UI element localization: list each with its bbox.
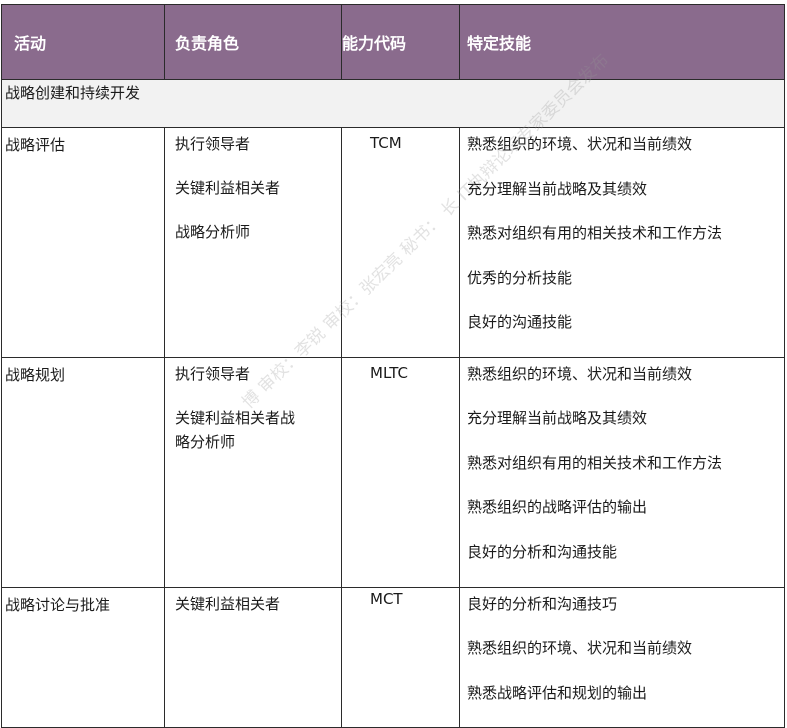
skills-cell: 熟悉组织的环境、状况和当前绩效 充分理解当前战略及其绩效 熟悉对组织有用的相关技… bbox=[459, 356, 785, 588]
table-row: 战略评估 执行领导者 关键利益相关者 战略分析师 TCM 熟悉组织的环境、状况和… bbox=[1, 127, 785, 358]
activity-cell: 战略讨论与批准 bbox=[1, 586, 165, 728]
table-row: 战略讨论与批准 关键利益相关者 MCT 良好的分析和沟通技巧 熟悉组织的环境、状… bbox=[1, 586, 785, 728]
role-item: 略分析师 bbox=[175, 432, 236, 451]
table-header-row: 活动 负责角色 能力代码 特定技能 bbox=[1, 4, 785, 80]
skill-item: 充分理解当前战略及其绩效 bbox=[467, 409, 648, 427]
activity-cell: 战略评估 bbox=[1, 127, 165, 358]
skill-item: 熟悉组织的环境、状况和当前绩效 bbox=[467, 135, 693, 153]
skill-item: 充分理解当前战略及其绩效 bbox=[467, 179, 648, 198]
roles-cell: 执行领导者 关键利益相关者 战略分析师 bbox=[164, 127, 342, 358]
code-cell: MLTC bbox=[341, 356, 460, 588]
role-item: 执行领导者 bbox=[175, 135, 251, 153]
skill-item: 熟悉组织的环境、状况和当前绩效 bbox=[467, 364, 693, 383]
header-role: 负责角色 bbox=[164, 4, 342, 80]
skill-item: 熟悉对组织有用的相关技术和工作方法 bbox=[467, 224, 723, 242]
skills-cell: 熟悉组织的环境、状况和当前绩效 充分理解当前战略及其绩效 熟悉对组织有用的相关技… bbox=[459, 127, 785, 358]
roles-cell: 关键利益相关者 bbox=[164, 586, 342, 728]
skill-item: 优秀的分析技能 bbox=[467, 268, 573, 287]
skill-item: 熟悉组织的战略评估的输出 bbox=[467, 498, 648, 516]
skill-item: 熟悉组织的环境、状况和当前绩效 bbox=[467, 639, 693, 657]
skills-table: 活动 负责角色 能力代码 特定技能 战略创建和持续开发 战略评估 执行领导者 关… bbox=[1, 4, 785, 728]
role-item: 执行领导者 bbox=[175, 364, 251, 383]
skill-item: 熟悉对组织有用的相关技术和工作方法 bbox=[467, 453, 723, 472]
skills-cell: 良好的分析和沟通技巧 熟悉组织的环境、状况和当前绩效 熟悉战略评估和规划的输出 bbox=[459, 586, 785, 728]
section-row: 战略创建和持续开发 bbox=[1, 79, 785, 128]
skill-item: 熟悉战略评估和规划的输出 bbox=[467, 683, 648, 702]
activity-cell: 战略规划 bbox=[1, 356, 165, 588]
skill-item: 良好的分析和沟通技巧 bbox=[467, 594, 618, 613]
role-item: 关键利益相关者战 bbox=[175, 408, 296, 427]
role-item: 关键利益相关者 bbox=[175, 179, 281, 197]
code-cell: TCM bbox=[341, 127, 460, 358]
header-activity: 活动 bbox=[1, 4, 165, 80]
section-title: 战略创建和持续开发 bbox=[1, 79, 785, 128]
table-row: 战略规划 执行领导者 关键利益相关者战 略分析师 MLTC 熟悉组织的环境、状况… bbox=[1, 356, 785, 588]
code-cell: MCT bbox=[341, 586, 460, 728]
roles-cell: 执行领导者 关键利益相关者战 略分析师 bbox=[164, 356, 342, 588]
skill-item: 良好的沟通技能 bbox=[467, 313, 573, 331]
role-item: 关键利益相关者 bbox=[175, 594, 281, 613]
skill-item: 良好的分析和沟通技能 bbox=[467, 542, 618, 561]
role-item: 战略分析师 bbox=[175, 223, 251, 241]
header-skills: 特定技能 bbox=[459, 4, 785, 80]
header-code: 能力代码 bbox=[341, 4, 460, 80]
